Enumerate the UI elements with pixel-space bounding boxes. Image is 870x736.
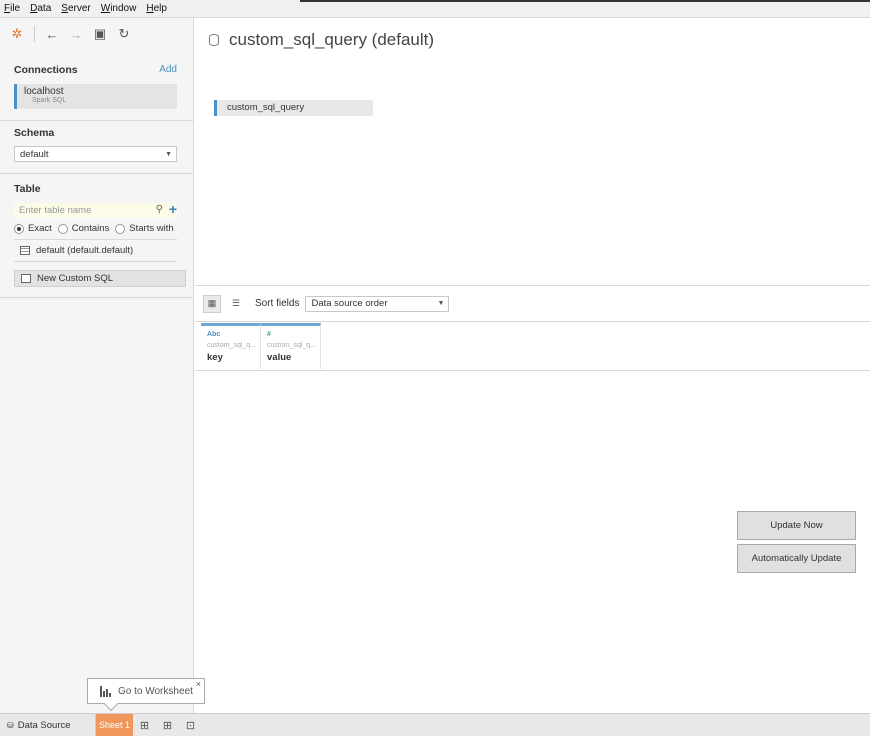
- tableau-logo-icon[interactable]: ✲: [10, 26, 24, 41]
- table-search-input[interactable]: Enter table name ⚲ +: [14, 201, 177, 218]
- custom-sql-label: New Custom SQL: [37, 273, 114, 284]
- update-now-button[interactable]: Update Now: [737, 511, 856, 540]
- chevron-down-icon: ▼: [437, 300, 445, 307]
- string-type-icon[interactable]: Abc: [207, 331, 260, 338]
- sort-label: Sort fields: [255, 298, 300, 309]
- search-icon[interactable]: ⚲: [156, 204, 163, 215]
- go-to-worksheet-tooltip[interactable]: Go to Worksheet ×: [87, 678, 205, 704]
- chevron-down-icon: ▼: [165, 150, 172, 158]
- datasource-name[interactable]: custom_sql_query (default): [229, 30, 434, 50]
- field-name: value: [267, 352, 292, 363]
- database-icon: ⛁: [7, 720, 14, 730]
- table-label: default (default.default): [36, 245, 134, 256]
- sort-dropdown[interactable]: Data source order ▼: [305, 295, 450, 312]
- schema-dropdown[interactable]: default ▼: [14, 146, 177, 162]
- refresh-icon[interactable]: ↻: [117, 26, 131, 41]
- tab-sheet-1[interactable]: Sheet 1: [96, 714, 133, 736]
- connection-name: localhost: [24, 86, 64, 97]
- table-list-item[interactable]: default (default.default): [0, 240, 193, 256]
- radio-circle: [14, 223, 24, 234]
- database-icon: [209, 34, 219, 46]
- toolbar-separator: [34, 26, 35, 42]
- datasource-title[interactable]: custom_sql_query (default): [209, 30, 434, 50]
- radio-contains[interactable]: Contains: [57, 223, 110, 234]
- radio-label: Starts with: [129, 223, 174, 234]
- connection-type: Spark SQL: [32, 97, 67, 104]
- auto-update-button[interactable]: Automatically Update: [737, 544, 856, 573]
- connections-title: Connections: [14, 64, 78, 76]
- connection-item[interactable]: localhost Spark SQL: [14, 84, 177, 109]
- divider: [14, 261, 177, 262]
- grid-view-icon[interactable]: ▦: [203, 294, 221, 313]
- add-icon[interactable]: +: [169, 201, 177, 217]
- radio-starts-with[interactable]: Starts with: [115, 223, 174, 234]
- table-search-placeholder: Enter table name: [19, 205, 92, 216]
- schema-title: Schema: [14, 127, 55, 139]
- menu-window[interactable]: Window: [101, 3, 137, 14]
- window-top-edge: [300, 0, 870, 2]
- field-column[interactable]: # custom_sql_q... value: [261, 323, 321, 369]
- field-source: custom_sql_q...: [267, 342, 317, 349]
- connections-header: Connections Add: [0, 50, 193, 76]
- schema-value: default: [20, 148, 49, 160]
- tab-data-source[interactable]: ⛁ Data Source: [0, 714, 96, 736]
- radio-label: Contains: [71, 223, 110, 234]
- menu-bar: File Data Server Window Help: [0, 0, 870, 18]
- radio-exact[interactable]: Exact: [14, 223, 52, 234]
- back-arrow-icon[interactable]: ←: [45, 27, 59, 42]
- forward-arrow-icon[interactable]: →: [69, 27, 83, 42]
- save-icon[interactable]: ▣: [93, 26, 107, 41]
- new-story-icon[interactable]: ⊡: [179, 714, 202, 736]
- tab-label: Data Source: [17, 719, 71, 731]
- close-icon[interactable]: ×: [196, 679, 201, 689]
- table-title: Table: [14, 183, 41, 195]
- menu-server[interactable]: Server: [61, 3, 90, 14]
- field-column[interactable]: Abc custom_sql_q... key: [201, 323, 261, 369]
- sort-value: Data source order: [311, 298, 388, 309]
- menu-help[interactable]: Help: [146, 3, 167, 14]
- divider: [195, 370, 870, 371]
- radio-circle: [115, 223, 126, 234]
- toolbar: ✲ ← → ▣ ↻: [0, 18, 193, 50]
- field-source: custom_sql_q...: [207, 342, 257, 349]
- match-options: Exact Contains Starts with: [0, 218, 193, 234]
- tooltip-label: Go to Worksheet: [118, 685, 193, 697]
- field-name: key: [207, 352, 223, 363]
- new-dashboard-icon[interactable]: ⊞: [156, 714, 179, 736]
- radio-label: Exact: [28, 223, 52, 234]
- bottom-tab-bar: ⛁ Data Source Sheet 1 ⊞ ⊞ ⊡: [0, 713, 870, 736]
- radio-circle: [57, 223, 68, 234]
- menu-data[interactable]: Data: [30, 3, 51, 14]
- new-custom-sql-item[interactable]: New Custom SQL: [14, 270, 186, 287]
- bar-chart-icon: [100, 685, 111, 697]
- list-view-icon[interactable]: ☰: [227, 295, 245, 313]
- grid-toolbar: ▦ ☰ Sort fields Data source order ▼: [195, 285, 870, 322]
- add-connection-link[interactable]: Add: [159, 64, 177, 76]
- divider: [0, 297, 193, 298]
- sidebar: ✲ ← → ▣ ↻ Connections Add localhost Spar…: [0, 18, 194, 713]
- custom-sql-icon: [21, 274, 31, 283]
- main-area: custom_sql_query (default) custom_sql_qu…: [195, 18, 870, 713]
- new-worksheet-icon[interactable]: ⊞: [133, 714, 156, 736]
- menu-file[interactable]: File: [4, 3, 20, 14]
- table-icon: [20, 246, 30, 255]
- canvas-table[interactable]: custom_sql_query: [214, 100, 373, 116]
- number-type-icon[interactable]: #: [267, 331, 320, 338]
- fields-grid: Abc custom_sql_q... key # custom_sql_q..…: [201, 323, 321, 369]
